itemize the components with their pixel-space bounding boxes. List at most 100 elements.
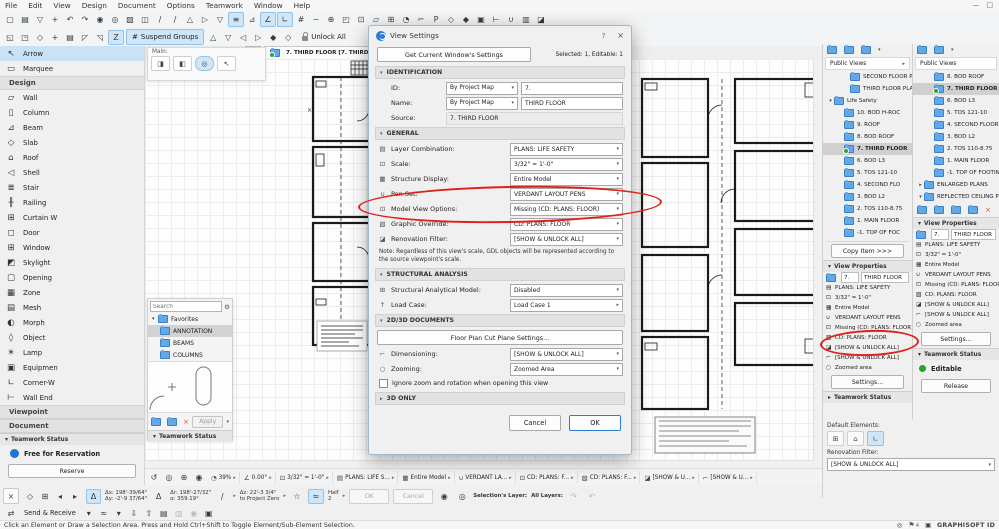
view-map-icon[interactable]	[934, 45, 944, 54]
setting-dropdown[interactable]: 3/32" = 1'-0" ▾	[510, 157, 623, 171]
delete-favorite-icon[interactable]: ×	[183, 418, 189, 426]
ignore-zoom-checkbox[interactable]	[379, 379, 388, 388]
view-id-field[interactable]: 7.	[841, 272, 859, 283]
toolbar-icon[interactable]: ▽	[33, 13, 47, 26]
send-receive-button[interactable]: Send & Receive	[24, 509, 76, 517]
view-tree-item[interactable]: 4. SECOND FLOOR	[913, 119, 999, 131]
view-tree-item[interactable]: 1. MAIN FLOOR	[913, 155, 999, 167]
gear-icon[interactable]: ⚙	[224, 303, 230, 311]
teamwork-icon[interactable]: ≈	[97, 507, 111, 520]
toolbar-icon[interactable]: ≡	[228, 12, 244, 27]
quick-option[interactable]: ∪ VERDANT LA... ▸	[456, 471, 516, 484]
view-tree-item[interactable]: THIRD FLOOR PLA	[823, 83, 912, 95]
toolbox-item[interactable]: ◁ Shell	[0, 165, 144, 180]
toolbox-item[interactable]: ⊿ Beam	[0, 120, 144, 135]
delete-view-icon[interactable]: ×	[985, 206, 991, 214]
unlock-all-button[interactable]: Unlock All	[297, 30, 351, 44]
view-tree-item[interactable]: 1. MAIN FLOOR	[823, 215, 912, 227]
main-palette-button[interactable]: ◧	[173, 56, 192, 71]
quick-option[interactable]: ⊡ 3/32" = 1'-0" ▸	[277, 471, 333, 484]
search-input[interactable]	[150, 301, 223, 312]
quick-option[interactable]: ▤ PLANS: LIFE S... ▸	[334, 471, 399, 484]
offset-icon[interactable]: ≈	[307, 488, 324, 504]
toolbar-icon[interactable]: ▽	[213, 13, 227, 26]
toolbox-item[interactable]: ◩ Skylight	[0, 255, 144, 270]
account-icon[interactable]: ◎	[897, 522, 903, 529]
view-tree-item[interactable]: SECOND FLOOR P	[823, 71, 912, 83]
toolbox-item[interactable]: ▦ Zone	[0, 285, 144, 300]
zoom-toolbar-icon[interactable]: ◎	[162, 471, 176, 484]
default-element-button[interactable]: ∟	[867, 431, 884, 446]
name-mode-dropdown[interactable]: By Project Map ▾	[446, 96, 518, 110]
view-tree-item[interactable]: 10. BOD H-ROC	[823, 107, 912, 119]
menu-item[interactable]: View	[53, 1, 70, 10]
toolbox-item[interactable]: ◐ Morph	[0, 315, 144, 330]
quick-option[interactable]: ⌐ [SHOW & U... ▸	[700, 471, 757, 484]
toolbox-item[interactable]: ∟ Corner-W	[0, 375, 144, 390]
toolbar-icon[interactable]: ◱	[3, 31, 17, 44]
quick-option[interactable]: ∠ 0.00° ▸	[241, 471, 276, 484]
teamwork-status-header[interactable]: ▾ Teamwork Status	[0, 433, 144, 445]
main-palette-button[interactable]: ◎	[195, 56, 214, 71]
view-tree-item[interactable]: ▸ ENLARGED PLANS	[913, 179, 999, 191]
view-tree-item[interactable]: 6. BOD L3	[823, 155, 912, 167]
view-id-field[interactable]: 7.	[931, 229, 949, 240]
teamwork-status-header[interactable]: ▾ Teamwork Status	[913, 348, 999, 360]
toolbox-item[interactable]: Document	[0, 419, 144, 433]
zoom-toolbar-icon[interactable]: ⊕	[177, 471, 191, 484]
show-selection-icon[interactable]: ◉	[437, 490, 451, 503]
menu-item[interactable]: Edit	[28, 1, 42, 10]
chevron-down-icon[interactable]: ▾	[951, 47, 954, 53]
dialog-titlebar[interactable]: View Settings ? ×	[369, 26, 631, 45]
view-name-field[interactable]: THIRD FLOOR	[951, 229, 996, 240]
toolbar-icon[interactable]: △	[206, 31, 220, 44]
expander-icon[interactable]: ▾	[917, 194, 924, 200]
view-tree-item[interactable]: 6. BOD L3	[913, 95, 999, 107]
setting-dropdown[interactable]: [SHOW & UNLOCK ALL] ▾	[510, 232, 623, 246]
toolbox-item[interactable]: ◻ Door	[0, 225, 144, 240]
toolbox-item[interactable]: ▯ Column	[0, 105, 144, 120]
toolbar-icon[interactable]: ◸	[78, 31, 92, 44]
toolbar-icon[interactable]: ◁	[236, 31, 250, 44]
chevron-right-icon[interactable]: ▸	[283, 493, 286, 499]
toolbar-icon[interactable]: ↶	[63, 13, 77, 26]
settings-button[interactable]: Settings...	[921, 332, 991, 346]
reserve-button[interactable]: Reserve	[8, 464, 136, 478]
toolbar-icon[interactable]: ∠	[260, 12, 276, 27]
toolbar-icon[interactable]: ⊕	[324, 13, 338, 26]
toolbar-icon[interactable]: ▷	[198, 13, 212, 26]
menu-item[interactable]: Design	[82, 1, 107, 10]
section-identification[interactable]: ▾ IDENTIFICATION	[375, 66, 625, 79]
view-tree-item[interactable]: ▾ Life Safety	[823, 95, 912, 107]
half-option[interactable]: Half 2	[328, 490, 339, 503]
view-tree-item[interactable]: 8. BOD ROOF	[913, 71, 999, 83]
favorites-item[interactable]: COLUMNS	[148, 349, 232, 361]
favorites-root[interactable]: ▾ Favorites	[148, 313, 232, 325]
toolbox-item[interactable]: ◊ Object	[0, 330, 144, 345]
view-tree-item[interactable]: -1. TOP OF FOC	[823, 227, 912, 239]
id-value-field[interactable]: 7.	[521, 81, 623, 95]
toolbox-item[interactable]: ▣ Equipmen	[0, 360, 144, 375]
toolbar-icon[interactable]: ∟	[277, 12, 293, 27]
setting-dropdown[interactable]: Entire Model ▾	[510, 172, 623, 186]
zoom-toolbar-icon[interactable]: ◉	[192, 471, 206, 484]
toolbar-icon[interactable]: ◇	[33, 31, 47, 44]
zoom-toolbar-icon[interactable]: ↺	[147, 471, 161, 484]
view-tree-item[interactable]: 7. THIRD FLOOR	[913, 83, 999, 95]
setting-dropdown[interactable]: VERDANT LAYOUT PENS ▾	[510, 187, 623, 201]
toolbar-icon[interactable]: ◫	[138, 13, 152, 26]
favorites-item[interactable]: BEAMS	[148, 337, 232, 349]
toolbar-icon[interactable]: ⊿	[245, 13, 259, 26]
view-tree-item[interactable]: 3. BOD L2	[823, 191, 912, 203]
toolbar-icon[interactable]: ◳	[18, 31, 32, 44]
windows-icon[interactable]: ▣	[925, 522, 931, 529]
view-tree-item[interactable]: 7. THIRD FLOOR	[823, 143, 912, 155]
menu-item[interactable]: Document	[118, 1, 156, 10]
teamwork-icon[interactable]: ⇩	[127, 507, 141, 520]
toolbox-item[interactable]: ⊞ Window	[0, 240, 144, 255]
section-structural-analysis[interactable]: ▾ STRUCTURAL ANALYSIS	[375, 268, 625, 281]
release-button[interactable]: Release	[921, 379, 991, 393]
new-favorite-icon[interactable]	[151, 416, 161, 426]
toolbox-item[interactable]: ⌂ Roof	[0, 150, 144, 165]
slope-icon[interactable]: ∕	[215, 490, 229, 503]
